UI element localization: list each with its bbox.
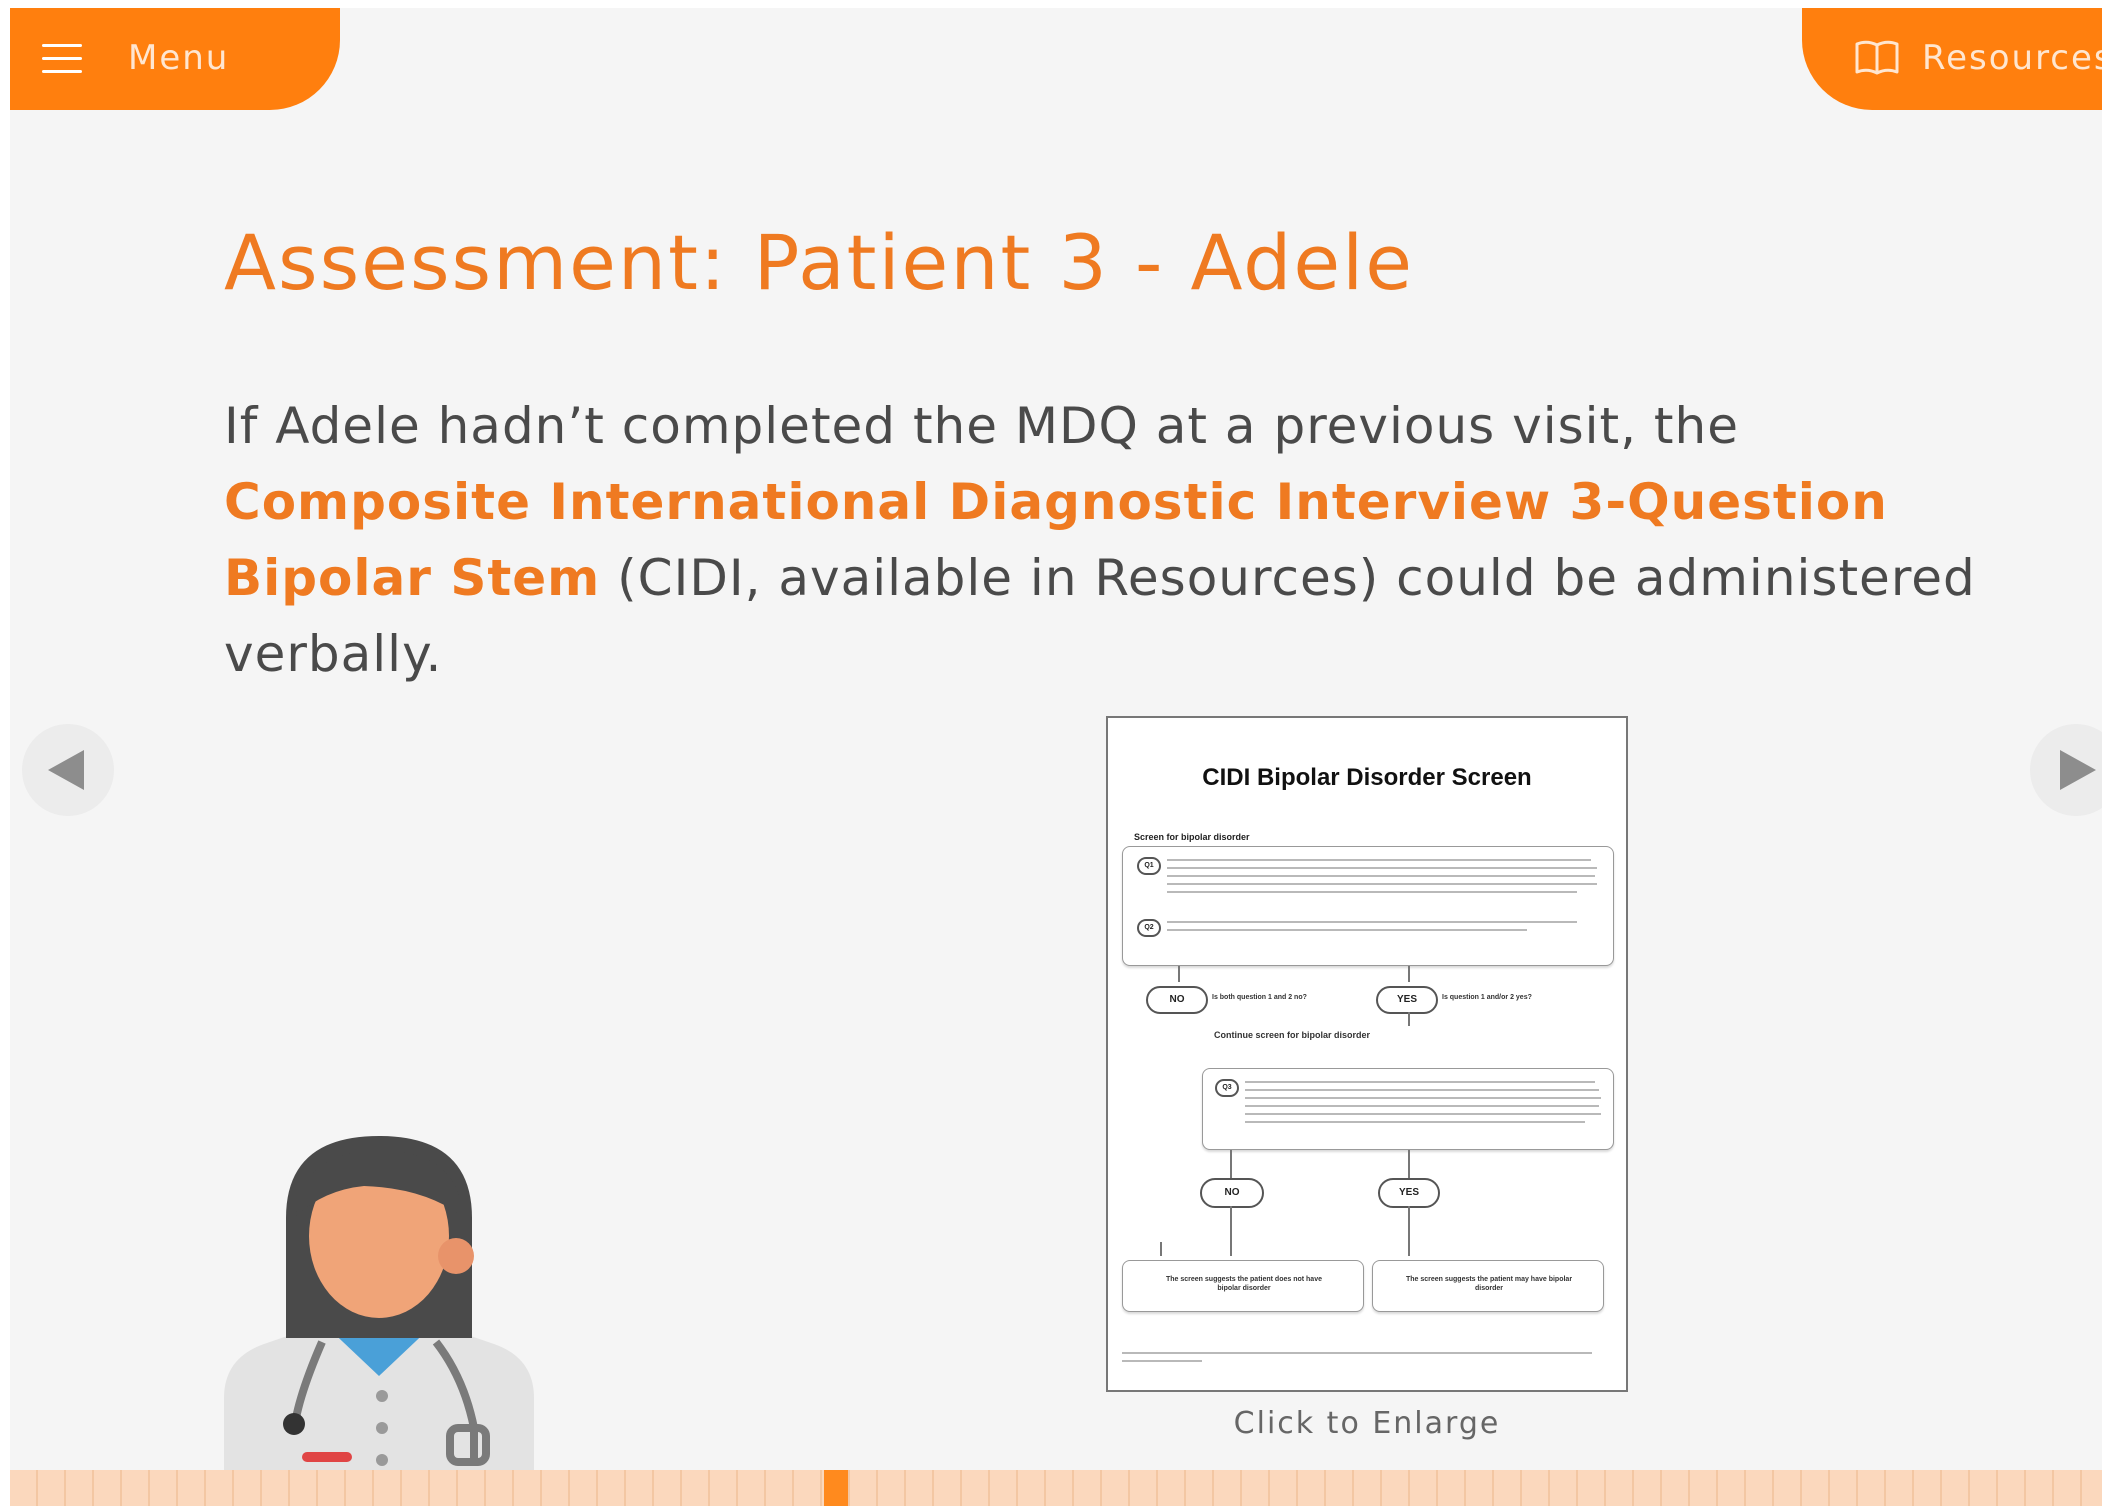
body-paragraph: If Adele hadn’t completed the MDQ at a p… bbox=[224, 388, 2014, 692]
page-title: Assessment: Patient 3 - Adele bbox=[224, 218, 1415, 307]
question-box-2: Q3 bbox=[1202, 1068, 1614, 1150]
menu-label: Menu bbox=[128, 38, 230, 78]
no-note: Is both question 1 and 2 no? bbox=[1212, 994, 1307, 1001]
second-yes-pill: YES bbox=[1378, 1178, 1440, 1208]
click-to-enlarge-label[interactable]: Click to Enlarge bbox=[1106, 1406, 1628, 1441]
body-text-intro: If Adele hadn’t completed the MDQ at a p… bbox=[224, 397, 1739, 455]
triangle-left-icon bbox=[48, 750, 84, 790]
q1-badge: Q1 bbox=[1137, 857, 1161, 875]
cidi-document-thumbnail[interactable]: CIDI Bipolar Disorder Screen Screen for … bbox=[1106, 716, 1628, 1392]
resources-label: Resources bbox=[1922, 38, 2102, 78]
result-no-text: The screen suggests the patient does not… bbox=[1166, 1276, 1322, 1292]
hamburger-icon bbox=[42, 44, 82, 74]
continue-label: Continue screen for bipolar disorder bbox=[1214, 1030, 1371, 1040]
next-slide-button[interactable] bbox=[2030, 724, 2102, 816]
yes-note: Is question 1 and/or 2 yes? bbox=[1442, 994, 1532, 1001]
progress-current-marker bbox=[824, 1470, 848, 1506]
book-icon bbox=[1855, 40, 1899, 75]
result-yes-text: The screen suggests the patient may have… bbox=[1405, 1276, 1573, 1292]
slide-progress-bar[interactable] bbox=[10, 1470, 2102, 1506]
doctor-avatar-icon bbox=[224, 1136, 534, 1472]
previous-slide-button[interactable] bbox=[22, 724, 114, 816]
slide-stage: Menu Resources Assessment: Patient 3 - A… bbox=[10, 8, 2102, 1506]
question-box-1: Q1 Q2 bbox=[1122, 846, 1614, 966]
second-no-pill: NO bbox=[1200, 1178, 1264, 1208]
result-yes-box: The screen suggests the patient may have… bbox=[1372, 1260, 1604, 1312]
result-no-box: The screen suggests the patient does not… bbox=[1122, 1260, 1364, 1312]
q3-badge: Q3 bbox=[1215, 1079, 1239, 1097]
triangle-right-icon bbox=[2060, 750, 2096, 790]
document-title: CIDI Bipolar Disorder Screen bbox=[1202, 764, 1532, 791]
menu-button[interactable]: Menu bbox=[10, 8, 340, 110]
q2-badge: Q2 bbox=[1137, 919, 1161, 937]
resources-button[interactable]: Resources bbox=[1802, 8, 2102, 110]
first-no-pill: NO bbox=[1146, 986, 1208, 1014]
document-section-label: Screen for bipolar disorder bbox=[1134, 832, 1250, 842]
first-yes-pill: YES bbox=[1376, 986, 1438, 1014]
